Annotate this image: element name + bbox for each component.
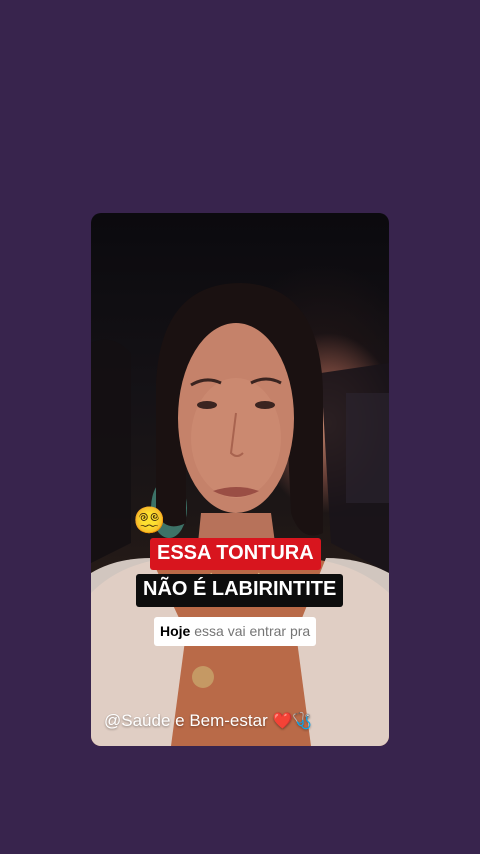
- dizzy-face-emoji: 😵‍💫: [133, 506, 166, 536]
- video-frame-image: [91, 283, 389, 746]
- account-handle[interactable]: @Saúde e Bem-estar ❤️🩺: [104, 710, 312, 732]
- subtitle-text: Hoje essa vai entrar pra: [154, 617, 317, 646]
- caption-line-2: NÃO É LABIRINTITE: [136, 574, 344, 607]
- subtitle-rest: essa vai entrar pra: [190, 623, 311, 639]
- subtitle-highlight-word: Hoje: [160, 623, 191, 639]
- story-video-card[interactable]: [91, 213, 389, 746]
- account-handle-text: @Saúde e Bem-estar: [104, 711, 273, 730]
- caption-line-1: ESSA TONTURA: [150, 538, 321, 570]
- heart-stethoscope-icon: ❤️🩺: [272, 711, 313, 730]
